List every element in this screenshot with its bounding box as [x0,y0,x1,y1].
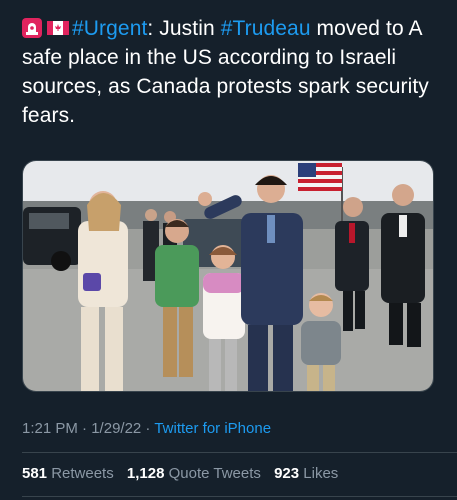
tweet-text: #Urgent: Justin #Trudeau moved to A safe… [22,14,440,130]
tweet-meta: 1:21 PM · 1/29/22 · Twitter for iPhone [22,420,271,437]
likes-count: 923 [274,465,300,482]
meta-separator: · [77,420,92,437]
canada-flag-icon [47,17,69,37]
quote-tweets-stat[interactable]: 1,128 Quote Tweets [127,465,261,482]
divider [22,452,457,453]
tweet-stats: 581 Retweets 1,128 Quote Tweets 923 Like… [22,465,347,482]
hashtag-trudeau-link[interactable]: #Trudeau [221,17,311,40]
quote-tweets-count: 1,128 [126,465,165,482]
tweet-date[interactable]: 1/29/22 [91,420,141,437]
quote-tweets-label: Quote Tweets [164,465,261,482]
tweet-source-link[interactable]: Twitter for iPhone [154,420,271,437]
retweets-count: 581 [22,465,48,482]
tweet-time[interactable]: 1:21 PM [22,420,78,437]
retweets-label: Retweets [47,465,114,482]
photo-illustration [23,161,433,391]
divider-bottom [22,496,457,497]
tweet-text-part-1: : Justin [147,17,221,40]
siren-icon [22,17,42,38]
tweet-photo[interactable] [22,160,434,392]
likes-label: Likes [299,465,339,482]
likes-stat[interactable]: 923 Likes [274,465,338,482]
meta-separator-2: · [141,420,155,437]
hashtag-urgent-link[interactable]: #Urgent [72,17,147,40]
retweets-stat[interactable]: 581 Retweets [22,465,114,482]
